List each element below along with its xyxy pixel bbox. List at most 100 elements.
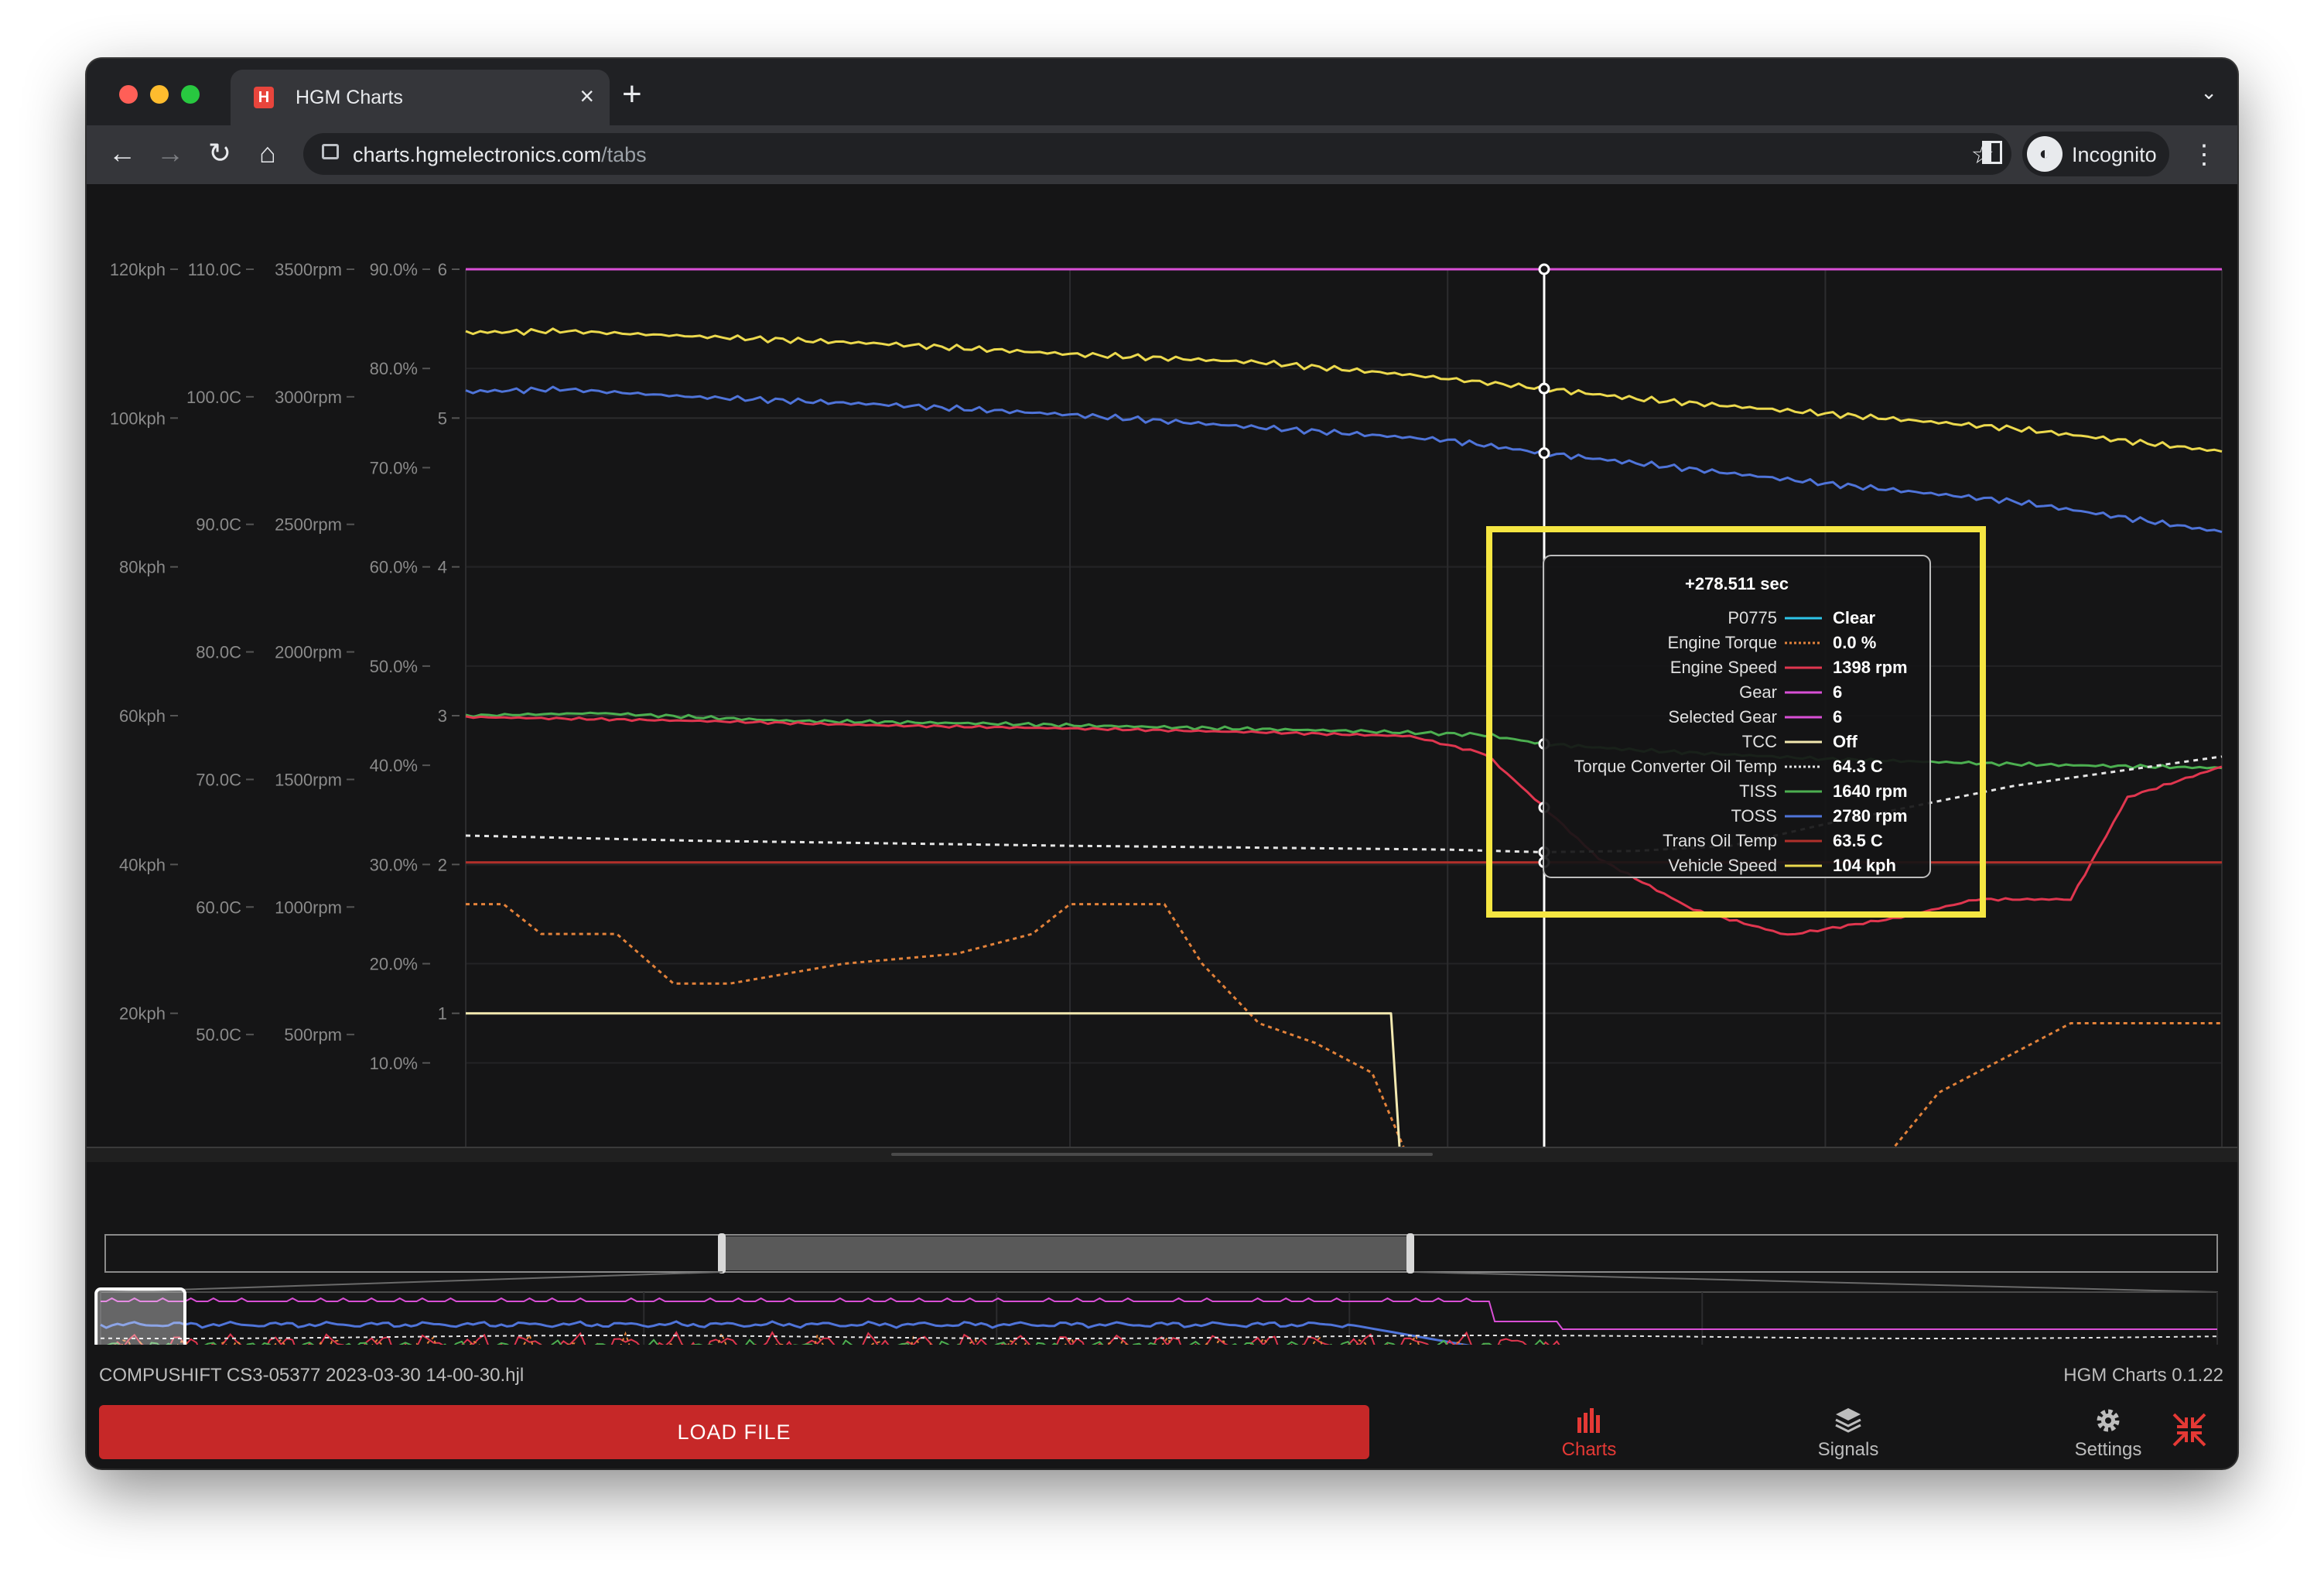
side-panel-icon[interactable] xyxy=(1982,141,2002,164)
axis-tick-label-gear: 2 xyxy=(438,855,447,874)
layers-icon xyxy=(1835,1408,1861,1433)
tab-search-chevron-icon[interactable]: ⌄ xyxy=(2200,80,2217,104)
main-chart[interactable]: 120kph100kph80kph60kph40kph20kph0kph110.… xyxy=(87,184,2237,1147)
tab-title: HGM Charts xyxy=(296,87,403,108)
axis-tick-label-speed: 60kph xyxy=(119,706,166,726)
resize-grip xyxy=(891,1153,1433,1156)
loaded-file-name: COMPUSHIFT CS3-05377 2023-03-30 14-00-30… xyxy=(99,1365,525,1386)
minimize-window-button[interactable] xyxy=(150,85,169,104)
zoom-window-button[interactable] xyxy=(181,85,200,104)
axis-tick-label-gear: 6 xyxy=(438,260,447,279)
axis-tick-label-gear: 1 xyxy=(438,1004,447,1024)
axis-tick-label-percent: 50.0% xyxy=(370,657,418,676)
url-path: /tabs xyxy=(601,143,647,166)
tooltip-row-value: 0.0 % xyxy=(1833,633,1876,652)
tooltip-row-label: Vehicle Speed xyxy=(1668,856,1777,875)
tooltip-row-value: 104 kph xyxy=(1833,856,1896,875)
overview-engine-speed-line xyxy=(114,1331,1560,1345)
home-icon[interactable]: ⌂ xyxy=(251,136,285,170)
axis-tick-label-rpm: 2500rpm xyxy=(275,515,342,535)
axis-tick-label-temp: 110.0C xyxy=(188,260,241,279)
incognito-label: Incognito xyxy=(2072,143,2157,166)
axis-tick-label-percent: 10.0% xyxy=(370,1054,418,1073)
load-file-button[interactable]: LOAD FILE xyxy=(99,1405,1369,1459)
range-selection xyxy=(723,1236,1410,1270)
axis-tick-label-speed: 80kph xyxy=(119,558,166,577)
close-window-button[interactable] xyxy=(119,85,138,104)
overview-gear-line xyxy=(101,1297,2217,1330)
chart-resize-handle[interactable] xyxy=(87,1147,2237,1162)
nav-tab-charts[interactable]: Charts xyxy=(1512,1402,1666,1464)
tooltip-row-label: P0775 xyxy=(1728,608,1777,627)
axis-tick-label-speed: 40kph xyxy=(119,855,166,874)
axis-tick-label-temp: 90.0C xyxy=(196,515,241,535)
axis-tick-label-rpm: 500rpm xyxy=(284,1025,342,1045)
overview-tc-oil-temp-line xyxy=(101,1335,2217,1339)
tooltip-row-label: Engine Speed xyxy=(1670,658,1777,677)
tooltip-row-label: TISS xyxy=(1739,781,1777,801)
favicon-icon: H xyxy=(254,87,274,108)
axis-tick-label-percent: 40.0% xyxy=(370,756,418,775)
cursor-point xyxy=(1538,382,1550,395)
nav-tab-settings[interactable]: Settings xyxy=(2031,1402,2186,1464)
axis-tick-label-speed: 20kph xyxy=(119,1004,166,1024)
incognito-icon: ◐ xyxy=(2027,136,2063,172)
nav-label-charts: Charts xyxy=(1561,1439,1617,1460)
axis-tick-label-percent: 80.0% xyxy=(370,359,418,378)
cursor-point xyxy=(1538,447,1550,460)
range-connector xyxy=(1413,1271,2218,1293)
url-host: charts.hgmelectronics.com xyxy=(353,143,602,166)
tooltip-row-label: TOSS xyxy=(1731,806,1777,826)
exit-fullscreen-icon[interactable] xyxy=(2171,1411,2208,1448)
tooltip-row-value: Clear xyxy=(1833,608,1875,627)
tooltip-row-label: Gear xyxy=(1739,682,1777,702)
tab-strip: H HGM Charts × + ⌄ xyxy=(87,59,2237,125)
tooltip-row-label: Trans Oil Temp xyxy=(1663,831,1777,850)
tooltip-row-label: TCC xyxy=(1742,732,1777,751)
overview-tiss-line xyxy=(106,1339,1546,1345)
axis-tick-label-gear: 3 xyxy=(438,706,447,726)
hgm-charts-app: 120kph100kph80kph60kph40kph20kph0kph110.… xyxy=(87,184,2237,1468)
incognito-profile-button[interactable]: ◐ Incognito xyxy=(2022,132,2169,176)
axis-tick-label-percent: 20.0% xyxy=(370,955,418,974)
tooltip-row-label: Engine Torque xyxy=(1668,633,1778,652)
address-bar[interactable]: charts.hgmelectronics.com/tabs ☆ xyxy=(303,133,2011,175)
axis-tick-label-rpm: 1500rpm xyxy=(275,770,342,789)
browser-toolbar: ← → ↻ ⌂ charts.hgmelectronics.com/tabs ☆… xyxy=(87,125,2237,184)
axis-tick-label-temp: 80.0C xyxy=(196,643,241,662)
overview-engine-torque-line xyxy=(121,1331,1464,1345)
bar-chart-icon xyxy=(1577,1408,1600,1433)
browser-window: H HGM Charts × + ⌄ ← → ↻ ⌂ charts.hgmele… xyxy=(87,59,2237,1468)
range-connector xyxy=(104,1271,723,1293)
axis-tick-label-percent: 90.0% xyxy=(370,260,418,279)
overview-toss-line xyxy=(100,1320,1471,1345)
axis-tick-label-gear: 4 xyxy=(438,558,447,577)
range-track xyxy=(104,1234,2218,1273)
axis-tick-label-temp: 70.0C xyxy=(196,770,241,789)
tooltip-row-value: 1398 rpm xyxy=(1833,658,1908,677)
close-tab-icon[interactable]: × xyxy=(579,82,594,111)
axis-tick-label-temp: 60.0C xyxy=(196,897,241,917)
axis-tick-label-percent: 30.0% xyxy=(370,855,418,874)
tooltip-row-value: 2780 rpm xyxy=(1833,806,1908,826)
axis-tick-label-percent: 70.0% xyxy=(370,458,418,477)
overview-window-marker xyxy=(94,1287,186,1345)
tooltip-row-label: Selected Gear xyxy=(1668,707,1777,727)
tooltip-row-label: Torque Converter Oil Temp xyxy=(1574,757,1778,776)
browser-tab[interactable]: H HGM Charts × xyxy=(231,70,610,125)
axis-tick-label-rpm: 1000rpm xyxy=(275,897,342,917)
nav-tab-signals[interactable]: Signals xyxy=(1771,1402,1926,1464)
axis-tick-label-temp: 50.0C xyxy=(196,1025,241,1045)
axis-tick-label-percent: 60.0% xyxy=(370,558,418,577)
forward-arrow-icon[interactable]: → xyxy=(153,136,187,170)
new-tab-button[interactable]: + xyxy=(622,77,642,111)
axis-tick-label-rpm: 3500rpm xyxy=(275,260,342,279)
reload-icon[interactable]: ↻ xyxy=(203,136,237,170)
axis-tick-label-speed: 100kph xyxy=(110,409,166,428)
url-text: charts.hgmelectronics.com/tabs xyxy=(353,143,647,167)
browser-menu-icon[interactable]: ⋮ xyxy=(2191,139,2217,170)
tooltip-row-value: 6 xyxy=(1833,682,1842,702)
app-version: HGM Charts 0.1.22 xyxy=(2063,1365,2223,1386)
axis-tick-label-gear: 5 xyxy=(438,409,447,428)
back-arrow-icon[interactable]: ← xyxy=(105,136,139,170)
